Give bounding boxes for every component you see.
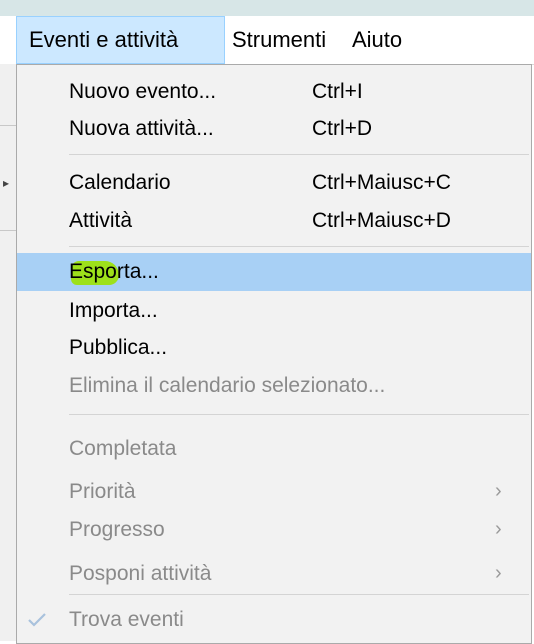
background-arrow-icon: ▸ [3, 176, 10, 190]
chevron-right-icon: › [495, 480, 502, 502]
menu-item-new-task[interactable]: Nuova attività... Ctrl+D [17, 110, 531, 147]
menu-item-delete-calendar[interactable]: Elimina il calendario selezionato... [17, 367, 531, 404]
menu-item-label: Nuovo evento... [69, 80, 217, 103]
menu-separator [69, 594, 529, 595]
menu-separator [69, 246, 529, 247]
menu-item-shortcut: Ctrl+Maiusc+D [312, 209, 451, 232]
menubar-item-label: Strumenti [232, 27, 327, 52]
menu-item-label: Importa... [69, 299, 158, 322]
menu-item-publish[interactable]: Pubblica... [17, 329, 531, 366]
background-divider [0, 230, 16, 231]
menu-separator [69, 414, 529, 415]
menu-item-find-events[interactable]: Trova eventi [17, 601, 531, 638]
checkmark-icon [17, 601, 57, 638]
menu-item-label: Progresso [69, 518, 165, 541]
chevron-right-icon: › [495, 518, 502, 540]
chevron-right-icon: › [495, 562, 502, 584]
menu-item-shortcut: Ctrl+Maiusc+C [312, 171, 451, 194]
menu-item-shortcut: Ctrl+D [312, 117, 373, 140]
menu-item-tasks[interactable]: Attività Ctrl+Maiusc+D [17, 202, 531, 239]
menu-bar: Eventi e attività Strumenti Aiuto [0, 16, 534, 65]
menu-separator [69, 154, 529, 155]
menu-item-label: Nuova attività... [69, 117, 214, 140]
events-tasks-dropdown-menu: Nuovo evento... Ctrl+I Nuova attività...… [16, 64, 532, 644]
menu-item-completed[interactable]: Completata [17, 430, 531, 467]
menu-item-calendar[interactable]: Calendario Ctrl+Maiusc+C [17, 164, 531, 201]
window-top-strip [0, 0, 534, 16]
menu-item-label: Trova eventi [69, 608, 184, 631]
menu-item-label: Completata [69, 437, 177, 460]
background-divider [0, 125, 16, 126]
menubar-item-help[interactable]: Aiuto [352, 16, 432, 64]
menubar-item-events-tasks[interactable]: Eventi e attività [16, 16, 225, 64]
menu-item-label: Elimina il calendario selezionato... [69, 374, 386, 397]
menu-item-label: Pubblica... [69, 336, 168, 359]
menu-item-label: Priorità [69, 480, 136, 503]
background-window-edge [0, 64, 16, 641]
menu-item-import[interactable]: Importa... [17, 292, 531, 329]
menu-item-new-event[interactable]: Nuovo evento... Ctrl+I [17, 73, 531, 110]
menubar-item-label: Eventi e attività [29, 27, 179, 52]
menu-item-postpone-task[interactable]: Posponi attività › [17, 555, 531, 592]
menu-item-label: Esporta... [69, 260, 159, 283]
menu-item-label: Posponi attività [69, 562, 212, 585]
menu-item-progress[interactable]: Progresso › [17, 511, 531, 548]
menu-item-label: Attività [69, 209, 133, 232]
menu-item-shortcut: Ctrl+I [312, 80, 363, 103]
menu-item-export[interactable]: Esporta... [17, 253, 531, 291]
menubar-item-label: Aiuto [352, 27, 403, 52]
menubar-item-tools[interactable]: Strumenti [232, 16, 342, 64]
menu-item-priority[interactable]: Priorità › [17, 473, 531, 510]
menu-item-label: Calendario [69, 171, 171, 194]
